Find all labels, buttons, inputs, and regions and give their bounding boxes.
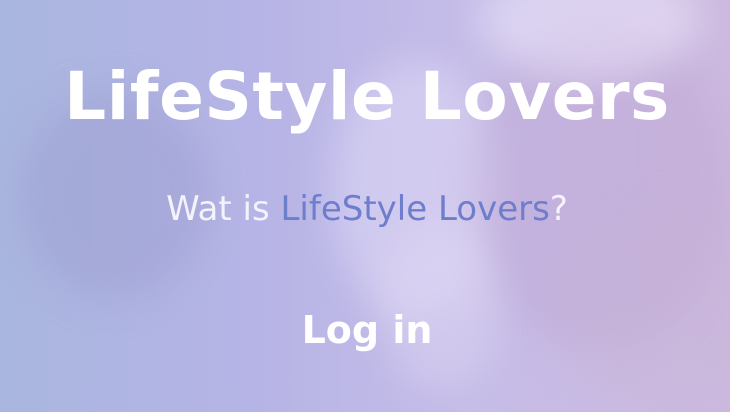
hero-section: LifeStyle Lovers Wat is LifeStyle Lovers… [0,0,734,412]
about-link[interactable]: LifeStyle Lovers [280,189,549,229]
site-title: LifeStyle Lovers [64,58,670,135]
about-question-suffix: ? [549,189,568,229]
about-question-prefix: Wat is [166,189,281,229]
login-button[interactable]: Log in [296,306,439,354]
about-question: Wat is LifeStyle Lovers? [0,188,734,230]
window-edge [730,0,734,412]
login-container: Log in [0,306,734,354]
background-image-glow-lower [380,220,500,390]
